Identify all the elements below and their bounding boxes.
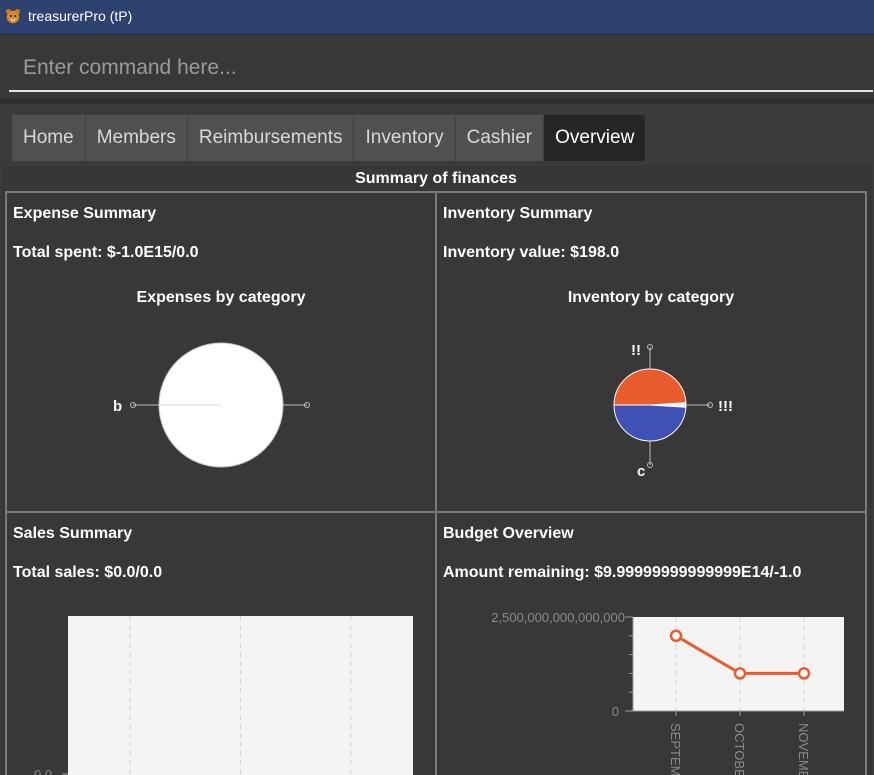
plot-area <box>633 617 844 711</box>
expense-pie-chart: b <box>113 342 310 468</box>
window-title: treasurerPro (tP) <box>28 8 133 24</box>
tab-inventory[interactable]: Inventory <box>354 115 456 161</box>
x-tick-label: NOVEMBER <box>796 723 811 775</box>
pie-label: c <box>637 463 645 480</box>
budget-line-chart: 0 2,500,000,000,000,000 SEPTEMBER OCTOBER NO… <box>491 610 844 775</box>
pie-slice <box>613 404 687 442</box>
y-tick-label: 0.0 <box>34 767 52 775</box>
expense-summary-card: Expense Summary Total spent: $-1.0E15/0.… <box>5 191 437 513</box>
x-tick-label: OCTOBER <box>732 723 747 775</box>
bear-icon <box>5 8 21 24</box>
y-tick-label: 2,500,000,000,000,000 <box>491 610 625 625</box>
inventory-summary-card: Inventory Summary Inventory value: $198.… <box>435 191 867 513</box>
tab-cashier[interactable]: Cashier <box>455 115 545 161</box>
pie-label: !! <box>631 342 641 359</box>
tab-home[interactable]: Home <box>12 115 86 161</box>
y-tick-label: 0 <box>612 704 619 719</box>
data-point <box>733 667 747 680</box>
summary-title: Summary of finances <box>355 170 517 187</box>
tab-bar: Home Members Reimbursements Inventory Ca… <box>12 115 647 161</box>
sales-summary-card: Sales Summary Total sales: $0.0/0.0 0.0 <box>5 511 437 775</box>
tab-members[interactable]: Members <box>85 115 188 161</box>
command-bar <box>0 35 874 99</box>
inventory-pie-chart: !!!!! c <box>613 342 733 480</box>
tab-overview[interactable]: Overview <box>544 115 647 161</box>
data-point <box>797 667 811 680</box>
pie-label: !!! <box>718 398 733 415</box>
sales-line-chart: 0.0 <box>34 616 413 775</box>
title-bar: treasurerPro (tP) <box>0 0 874 34</box>
budget-overview-card: Budget Overview Amount remaining: $9.999… <box>435 511 867 775</box>
pie-label: b <box>113 398 122 415</box>
pie-slice <box>613 368 687 406</box>
x-tick-label: SEPTEMBER <box>668 723 683 775</box>
data-point <box>669 629 683 643</box>
tab-reimbursements[interactable]: Reimbursements <box>187 115 355 161</box>
command-input[interactable] <box>9 45 873 92</box>
